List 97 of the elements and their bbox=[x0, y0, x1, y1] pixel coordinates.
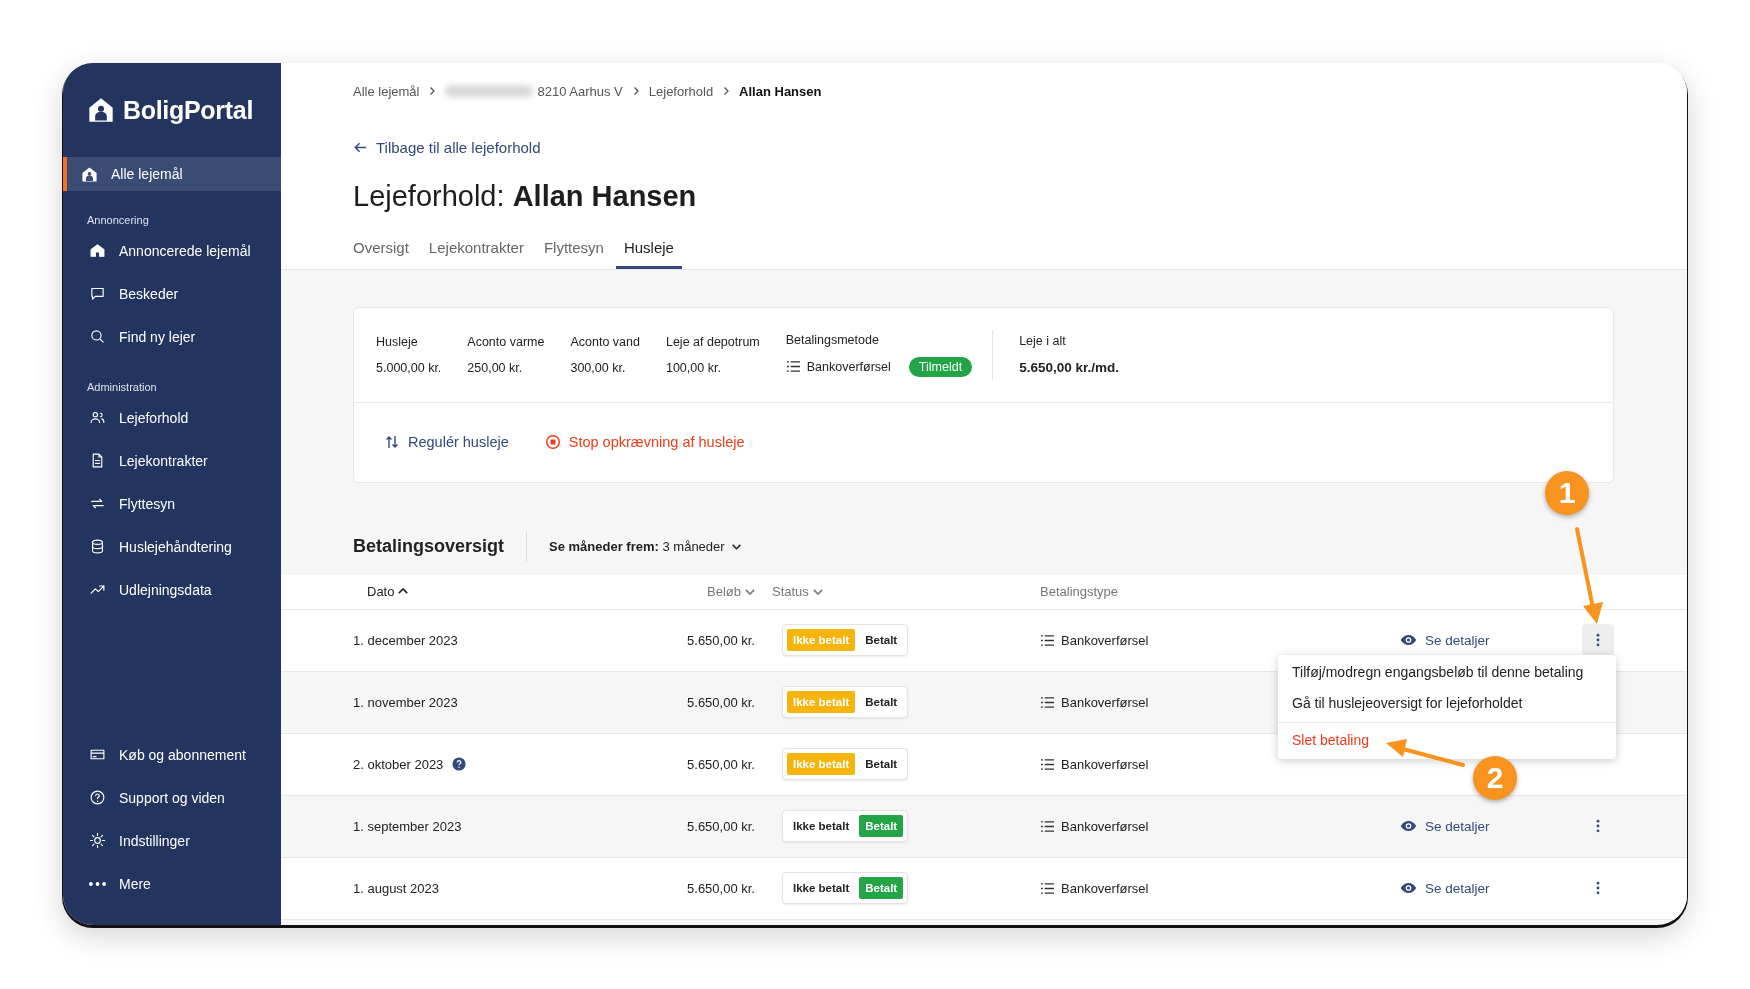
list-icon bbox=[785, 360, 801, 373]
sidebar-item[interactable]: Alle lejemål bbox=[63, 157, 281, 191]
list-icon bbox=[1040, 881, 1055, 895]
menu-item[interactable]: Tilføj/modregn engangsbeløb til denne betaling bbox=[1278, 657, 1616, 688]
payment-type-cell: Bankoverførsel bbox=[1061, 880, 1149, 896]
field-label: Betalingsmetode bbox=[785, 332, 880, 347]
amount-cell: 5.650,00 kr. bbox=[687, 756, 755, 772]
tab[interactable]: Oversigt bbox=[345, 228, 417, 269]
field-value: 100,00 kr. bbox=[665, 360, 722, 375]
sidebar-item[interactable]: Huslejehåndtering bbox=[63, 525, 281, 568]
sidebar-item[interactable]: Køb og abonnement bbox=[63, 733, 281, 776]
field-value: 300,00 kr. bbox=[570, 360, 627, 375]
field-label: Husleje bbox=[376, 334, 419, 349]
current-page-label: Allan Hansen bbox=[739, 83, 822, 99]
house-icon bbox=[89, 242, 106, 259]
chevron-down-icon bbox=[812, 588, 823, 595]
up-down-arrows-icon bbox=[384, 434, 400, 450]
months-dropdown[interactable]: Se måneder frem: 3 måneder bbox=[549, 539, 742, 554]
field-value: 5.000,00 kr. bbox=[376, 360, 442, 375]
column-header[interactable]: Status bbox=[772, 584, 823, 599]
total-value: 5.650,00 kr./md. bbox=[1019, 360, 1119, 375]
field-label: Leje i alt bbox=[1019, 334, 1067, 348]
database-icon bbox=[89, 538, 106, 555]
help-icon[interactable] bbox=[452, 757, 467, 771]
sidebar-item[interactable]: Beskeder bbox=[63, 272, 281, 315]
amount-cell: 5.650,00 kr. bbox=[687, 632, 755, 648]
sidebar-item[interactable]: Mere bbox=[63, 862, 281, 905]
breadcrumb-link[interactable]: Alle lejemål bbox=[353, 83, 420, 99]
amount-cell: 5.650,00 kr. bbox=[687, 694, 755, 710]
column-header[interactable]: Beløb bbox=[707, 584, 755, 599]
column-label: Betalingstype bbox=[1040, 584, 1119, 599]
sidebar-section-label: Annoncering bbox=[86, 213, 150, 228]
search-icon bbox=[89, 328, 106, 345]
payment-type-cell: Bankoverførsel bbox=[1061, 694, 1149, 710]
stop-icon bbox=[544, 434, 561, 450]
stop-button[interactable]: Stop opkrævning af husleje bbox=[544, 434, 745, 450]
menu-item[interactable]: Gå til huslejeoversigt for lejeforholdet bbox=[1278, 688, 1616, 719]
details-link[interactable]: Se detaljer bbox=[1370, 880, 1490, 896]
chevron-down-icon bbox=[745, 588, 755, 595]
logo-icon bbox=[87, 96, 115, 124]
details-link[interactable]: Se detaljer bbox=[1370, 632, 1490, 648]
people-icon bbox=[89, 409, 106, 426]
column-header[interactable]: Dato bbox=[367, 584, 409, 599]
vertical-dots-icon bbox=[1596, 819, 1600, 833]
tab[interactable]: Husleje bbox=[615, 228, 682, 269]
chevron-up-icon bbox=[398, 588, 409, 595]
more-icon bbox=[89, 881, 106, 886]
tab[interactable]: Flyttesyn bbox=[535, 228, 612, 269]
field-value: Bankoverførsel bbox=[806, 359, 891, 374]
field-label: Aconto vand bbox=[570, 334, 640, 349]
payment-type-cell: Bankoverførsel bbox=[1061, 756, 1149, 772]
list-icon bbox=[1040, 757, 1055, 771]
sidebar-item[interactable]: Annoncerede lejemål bbox=[63, 229, 281, 272]
date-cell: 1. november 2023 bbox=[353, 694, 458, 710]
chat-bubble-icon bbox=[89, 285, 106, 302]
status-badge: Tilmeldt bbox=[908, 356, 973, 377]
eye-icon bbox=[1400, 820, 1417, 832]
field-label: Aconto varme bbox=[467, 334, 545, 349]
sidebar-item[interactable]: Lejeforhold bbox=[63, 396, 281, 439]
help-icon bbox=[89, 789, 106, 806]
sidebar-item[interactable]: Support og viden bbox=[63, 776, 281, 819]
vertical-dots-icon bbox=[1596, 881, 1600, 895]
section-title: Betalingsoversigt bbox=[353, 536, 505, 557]
breadcrumb-link[interactable]: 8210 Aarhus V bbox=[537, 83, 623, 99]
logo-text: BoligPortal bbox=[123, 95, 254, 125]
date-cell: 1. september 2023 bbox=[353, 818, 462, 834]
adjust-button[interactable]: Regulér husleje bbox=[384, 434, 509, 450]
list-icon bbox=[1040, 819, 1055, 833]
date-cell: 2. oktober 2023 bbox=[353, 756, 444, 772]
sidebar-item[interactable]: Find ny lejer bbox=[63, 315, 281, 358]
tab[interactable]: Lejekontrakter bbox=[420, 228, 532, 269]
amount-cell: 5.650,00 kr. bbox=[687, 818, 755, 834]
date-cell: 1. august 2023 bbox=[353, 880, 440, 896]
amount-cell: 5.650,00 kr. bbox=[687, 880, 755, 896]
sidebar-item[interactable]: Udlejningsdata bbox=[63, 568, 281, 611]
sidebar-item[interactable]: Lejekontrakter bbox=[63, 439, 281, 482]
breadcrumb-link[interactable]: Lejeforhold bbox=[648, 83, 714, 99]
settings-icon bbox=[89, 832, 106, 849]
eye-icon bbox=[1400, 634, 1417, 646]
payment-type-cell: Bankoverførsel bbox=[1061, 632, 1149, 648]
list-icon bbox=[1040, 695, 1055, 709]
sidebar-item[interactable]: Flyttesyn bbox=[63, 482, 281, 525]
list-icon bbox=[1040, 633, 1055, 647]
date-cell: 1. december 2023 bbox=[353, 632, 458, 648]
back-link[interactable]: Tilbage til alle lejeforhold bbox=[353, 137, 541, 157]
sidebar-section-label: Administration bbox=[86, 380, 158, 395]
page-title: Lejeforhold: Allan Hansen bbox=[353, 178, 698, 214]
eye-icon bbox=[1400, 882, 1417, 894]
payment-type-cell: Bankoverførsel bbox=[1061, 818, 1149, 834]
details-link[interactable]: Se detaljer bbox=[1370, 818, 1490, 834]
sidebar-item[interactable]: Indstillinger bbox=[63, 819, 281, 862]
field-value: 250,00 kr. bbox=[467, 360, 524, 375]
field-label: Leje af depotrum bbox=[665, 334, 760, 349]
more-options-button[interactable] bbox=[1582, 624, 1614, 656]
house-icon bbox=[81, 165, 98, 183]
step-marker: 1 bbox=[1545, 471, 1589, 515]
vertical-dots-icon bbox=[1596, 633, 1600, 647]
